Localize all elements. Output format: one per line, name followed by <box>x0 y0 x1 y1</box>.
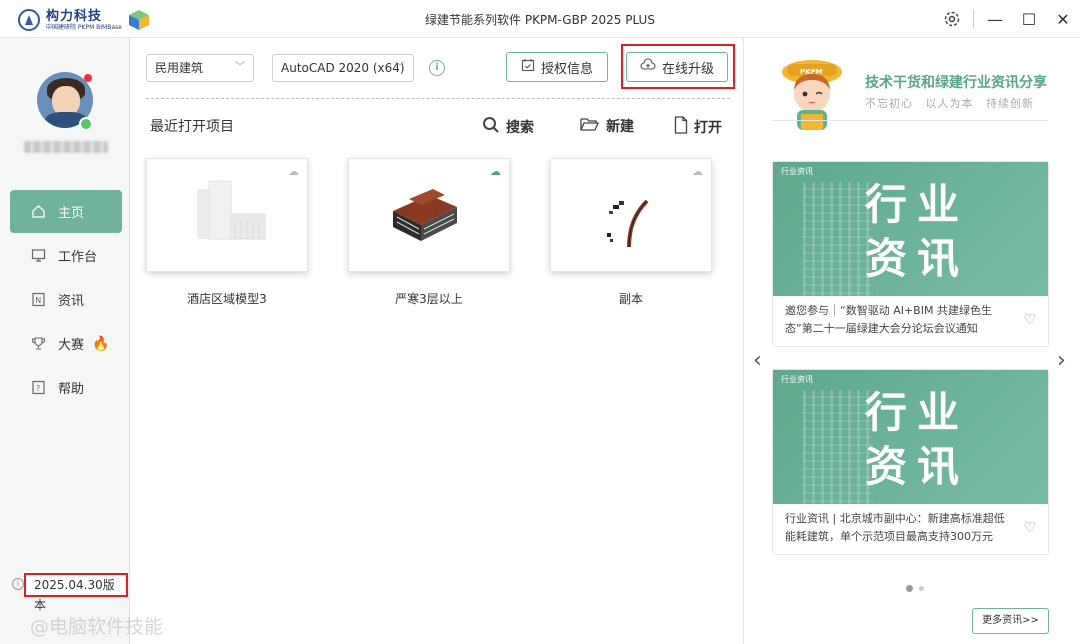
main-panel: 民用建筑 ﹀ AutoCAD 2020 (x64) ﹀ i 授权信息 在线升级 … <box>130 38 744 644</box>
version-label: 2025.04.30版本 <box>24 573 128 612</box>
open-button[interactable]: 打开 <box>674 116 722 138</box>
avatar-notification-dot <box>84 74 92 82</box>
project-name: 严寒3层以上 <box>395 292 463 306</box>
recent-projects-title: 最近打开项目 <box>150 119 234 135</box>
chevron-down-icon: ﹀ <box>395 62 405 73</box>
sidebar-item-label: 工作台 <box>58 250 98 265</box>
news-tag: 行业资讯 <box>781 167 813 176</box>
cad-version-value: AutoCAD 2020 (x64) <box>281 61 405 75</box>
news-banner-title: 行业资讯 <box>865 388 970 491</box>
sidebar-item-label: 资讯 <box>58 294 85 309</box>
maximize-button[interactable]: ☐ <box>1012 0 1046 38</box>
info-icon[interactable]: i <box>429 60 445 76</box>
chevron-down-icon: ﹀ <box>235 62 245 73</box>
project-thumbnail <box>607 199 649 248</box>
fire-icon: 🔥 <box>92 335 110 352</box>
carousel-dots <box>906 585 930 592</box>
more-news-button[interactable]: 更多资讯>> <box>972 608 1049 634</box>
calendar-check-icon <box>521 58 535 76</box>
sidebar-nav: 主页 工作台 N 资讯 大赛 🔥 ? 帮助 <box>10 190 122 410</box>
news-slogans: 不忘初心 以人为本 持续创新 <box>865 95 1042 111</box>
building-type-value: 民用建筑 <box>155 61 204 75</box>
upgrade-label: 在线升级 <box>661 61 714 77</box>
news-panel: PKPM 技术干货和绿建行业资讯分享 不忘初心 以人为本 持续创新 ‹ › 行业… <box>745 38 1080 644</box>
project-name: 副本 <box>618 292 643 306</box>
slogan: 不忘初心 <box>865 97 913 110</box>
project-thumbnail <box>393 189 457 241</box>
news-icon: N <box>30 292 46 308</box>
slogan: 以人为本 <box>925 97 974 110</box>
news-text: 邀您参与｜“数智驱动 AI+BIM 共建绿色生态”第二十一届绿建大会分论坛会议通… <box>785 304 992 335</box>
sidebar-item-home[interactable]: 主页 <box>10 190 122 233</box>
trophy-icon <box>30 336 46 352</box>
online-status-icon <box>79 117 93 131</box>
carousel-dot-active[interactable] <box>906 585 913 592</box>
favorite-heart-icon[interactable]: ♡ <box>1023 312 1036 328</box>
open-label: 打开 <box>694 120 722 136</box>
news-card[interactable]: 行业资讯 行业资讯 邀您参与｜“数智驱动 AI+BIM 共建绿色生态”第二十一届… <box>772 161 1049 347</box>
search-icon <box>482 116 500 138</box>
close-button[interactable]: ✕ <box>1046 0 1080 38</box>
monitor-icon <box>30 248 46 264</box>
news-card[interactable]: 行业资讯 行业资讯 行业资讯 | 北京城市副中心：新建高标准超低能耗建筑，单个示… <box>772 369 1049 555</box>
username-blurred <box>24 141 108 153</box>
project-card-copy[interactable]: ☁ <box>550 158 712 272</box>
slogan: 持续创新 <box>986 97 1034 110</box>
project-thumbnail <box>197 180 266 240</box>
news-heading: 技术干货和绿建行业资讯分享 <box>865 75 1047 91</box>
cloud-icon: ☁ <box>288 165 299 178</box>
news-banner: 行业资讯 行业资讯 <box>773 370 1048 504</box>
news-tag: 行业资讯 <box>781 375 813 384</box>
new-label: 新建 <box>606 119 634 135</box>
home-icon <box>30 204 46 220</box>
title-separator <box>973 10 974 28</box>
sidebar-item-contest[interactable]: 大赛 🔥 <box>10 322 122 365</box>
version-info-icon: i <box>12 578 24 590</box>
cloud-upload-icon <box>640 58 656 76</box>
sidebar: 主页 工作台 N 资讯 大赛 🔥 ? 帮助 <box>0 38 130 644</box>
favorite-heart-icon[interactable]: ♡ <box>1023 520 1036 536</box>
carousel-prev-arrow[interactable]: ‹ <box>753 348 762 373</box>
cad-version-select[interactable]: AutoCAD 2020 (x64) ﹀ <box>272 54 414 82</box>
carousel-next-arrow[interactable]: › <box>1057 348 1066 373</box>
project-name: 酒店区域模型3 <box>187 292 267 306</box>
license-button[interactable]: 授权信息 <box>506 52 608 82</box>
building-type-select[interactable]: 民用建筑 ﹀ <box>146 54 254 82</box>
svg-text:N: N <box>35 296 41 305</box>
news-banner: 行业资讯 行业资讯 <box>773 162 1048 296</box>
sidebar-item-label: 帮助 <box>58 382 85 397</box>
sidebar-item-news[interactable]: N 资讯 <box>10 278 122 321</box>
news-text: 行业资讯 | 北京城市副中心：新建高标准超低能耗建筑，单个示范项目最高支持300… <box>785 512 1005 543</box>
online-upgrade-button[interactable]: 在线升级 <box>626 52 728 82</box>
news-divider <box>772 120 1048 121</box>
divider <box>146 98 730 99</box>
help-icon: ? <box>30 380 46 396</box>
sidebar-item-workbench[interactable]: 工作台 <box>10 234 122 277</box>
cloud-synced-icon: ☁ <box>490 165 501 178</box>
title-bar: 构力科技 中国建研院 PKPM BIMBase 绿建节能系列软件 PKPM-GB… <box>0 0 1080 38</box>
new-button[interactable]: 新建 <box>580 116 634 136</box>
news-banner-title: 行业资讯 <box>865 180 970 283</box>
window-title: 绿建节能系列软件 PKPM-GBP 2025 PLUS <box>425 13 655 27</box>
project-card-hotel[interactable]: ☁ <box>146 158 308 272</box>
sidebar-item-label: 大赛 <box>58 338 85 353</box>
cloud-icon: ☁ <box>692 165 703 178</box>
folder-open-icon <box>580 116 600 136</box>
search-button[interactable]: 搜索 <box>482 116 534 138</box>
search-label: 搜索 <box>506 120 534 136</box>
sidebar-item-help[interactable]: ? 帮助 <box>10 366 122 409</box>
carousel-dot[interactable] <box>919 586 924 591</box>
license-label: 授权信息 <box>540 61 593 77</box>
minimize-button[interactable]: — <box>978 0 1012 38</box>
settings-gear-icon[interactable] <box>935 0 969 38</box>
project-card-cold-region[interactable]: ☁ <box>348 158 510 272</box>
file-icon <box>674 116 688 138</box>
sidebar-item-label: 主页 <box>58 206 85 221</box>
svg-text:?: ? <box>36 384 40 393</box>
